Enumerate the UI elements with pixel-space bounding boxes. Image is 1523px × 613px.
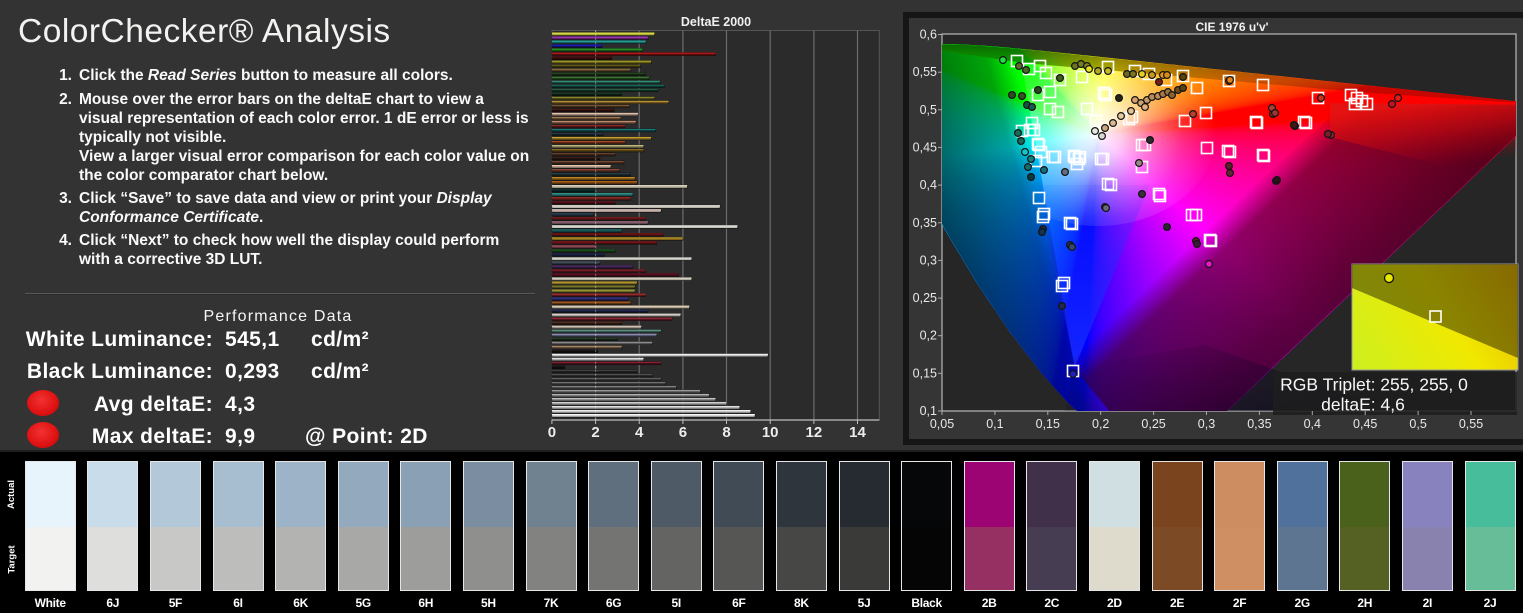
svg-text:0,05: 0,05 — [930, 417, 954, 431]
svg-text:0,4: 0,4 — [1304, 417, 1321, 431]
svg-text:0,25: 0,25 — [1141, 417, 1165, 431]
svg-text:0,15: 0,15 — [913, 366, 937, 380]
svg-text:0,2: 0,2 — [920, 329, 937, 343]
svg-text:0,15: 0,15 — [1036, 417, 1060, 431]
svg-text:6: 6 — [679, 424, 687, 441]
svg-text:0,45: 0,45 — [913, 140, 937, 154]
svg-text:RGB Triplet: 255, 255, 0: RGB Triplet: 255, 255, 0 — [1280, 375, 1468, 395]
svg-text:0,5: 0,5 — [1409, 417, 1426, 431]
svg-text:12: 12 — [806, 424, 823, 441]
svg-text:0,5: 0,5 — [920, 103, 937, 117]
svg-text:0,55: 0,55 — [913, 65, 937, 79]
svg-text:2: 2 — [591, 424, 599, 441]
svg-text:0,1: 0,1 — [986, 417, 1003, 431]
svg-text:DeltaE 2000: DeltaE 2000 — [681, 15, 751, 29]
svg-text:0,55: 0,55 — [1459, 417, 1483, 431]
svg-text:0,1: 0,1 — [920, 404, 937, 418]
svg-text:0,2: 0,2 — [1092, 417, 1109, 431]
svg-text:0,35: 0,35 — [913, 216, 937, 230]
svg-text:0,45: 0,45 — [1353, 417, 1377, 431]
svg-text:4: 4 — [635, 424, 644, 441]
svg-text:0,35: 0,35 — [1247, 417, 1271, 431]
svg-text:10: 10 — [762, 424, 779, 441]
svg-text:0,6: 0,6 — [920, 28, 937, 42]
svg-text:0,25: 0,25 — [913, 291, 937, 305]
svg-text:8: 8 — [722, 424, 730, 441]
svg-text:CIE 1976 u'v': CIE 1976 u'v' — [1195, 20, 1268, 34]
svg-text:deltaE: 4,6: deltaE: 4,6 — [1321, 395, 1405, 415]
svg-text:14: 14 — [849, 424, 866, 441]
svg-text:0,3: 0,3 — [1198, 417, 1215, 431]
svg-text:0,4: 0,4 — [920, 178, 937, 192]
svg-text:0: 0 — [548, 424, 556, 441]
svg-text:0,3: 0,3 — [920, 253, 937, 267]
